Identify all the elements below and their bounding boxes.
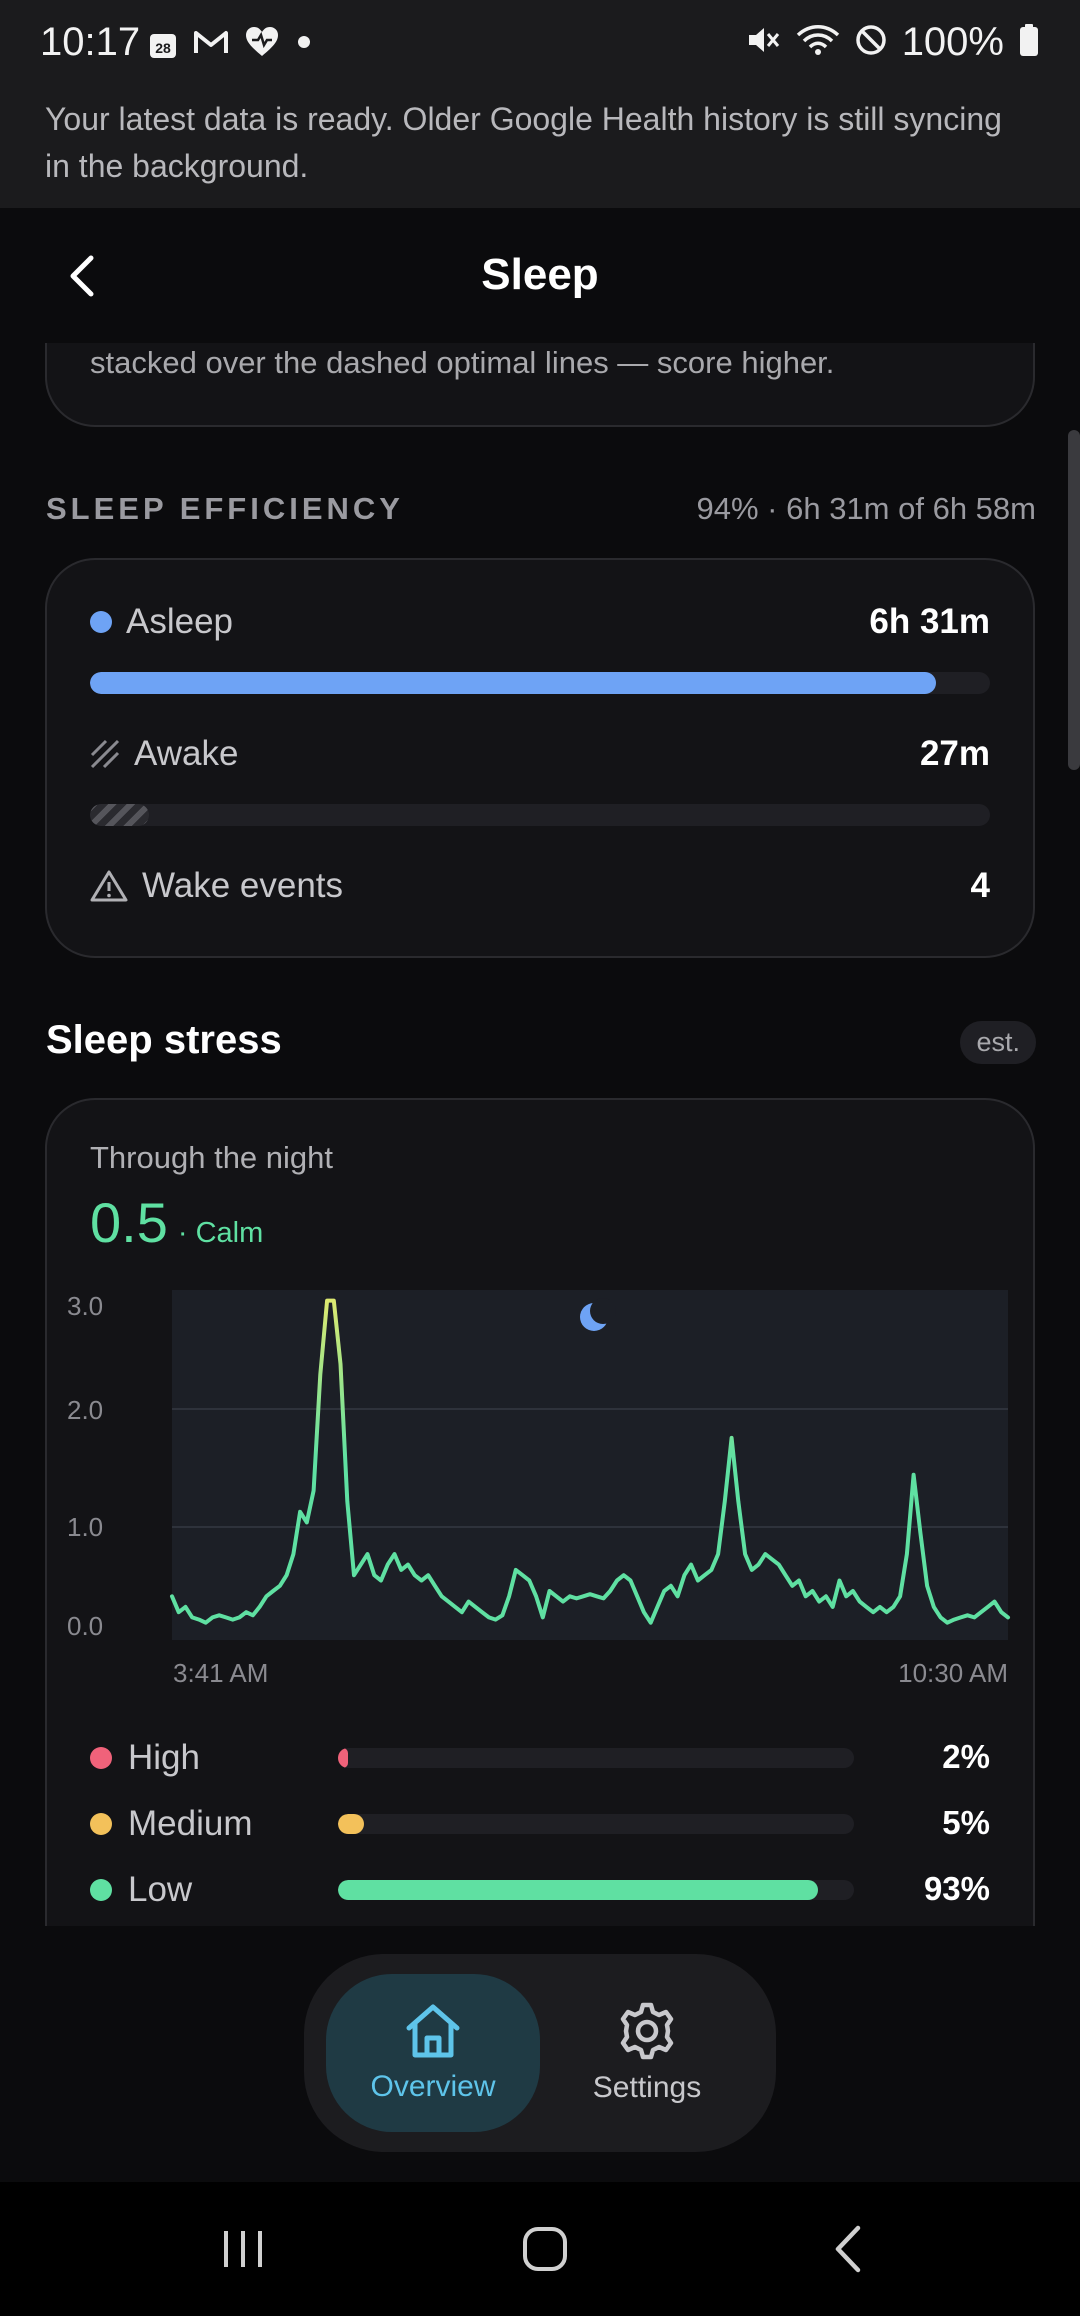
calendar-icon: 28 — [148, 30, 178, 60]
asleep-row: Asleep 6h 31m — [90, 602, 990, 642]
battery-icon — [1018, 23, 1040, 62]
app-bar: Sleep — [0, 208, 1080, 343]
stress-card: Through the night 0.5 · Calm 3.0 2.0 1.0… — [45, 1098, 1035, 1926]
mute-icon — [746, 23, 782, 62]
system-nav-bar — [0, 2182, 1080, 2316]
recents-icon — [224, 2231, 262, 2267]
estimate-badge: est. — [960, 1021, 1036, 1064]
dnd-icon — [854, 23, 888, 62]
asleep-label: Asleep — [126, 602, 234, 641]
hatch-icon — [90, 739, 120, 769]
stress-score-value: 0.5 — [90, 1191, 168, 1254]
level-low-value: 93% — [923, 1870, 990, 1907]
wake-events-label-wrap: Wake events — [90, 866, 343, 906]
back-nav-button[interactable] — [808, 2214, 888, 2284]
wake-events-label: Wake events — [142, 866, 344, 905]
asleep-value: 6h 31m — [869, 602, 990, 641]
stress-score-label: · Calm — [177, 1217, 264, 1249]
x-tick-end: 10:30 AM — [898, 1658, 1008, 1688]
status-notification-icons: 28 — [148, 26, 314, 63]
level-high-bar-fill — [338, 1748, 349, 1768]
asleep-bar — [90, 672, 990, 694]
status-bar: 10:17 28 100% — [0, 0, 1080, 74]
awake-bar-fill — [90, 804, 149, 826]
warning-triangle-icon — [90, 870, 128, 902]
stress-header: Sleep stress est. — [46, 1018, 1036, 1078]
efficiency-summary: 94% · 6h 31m of 6h 58m — [696, 491, 1036, 526]
sync-banner: Your latest data is ready. Older Google … — [0, 74, 1080, 208]
level-medium-value: 5% — [942, 1804, 990, 1841]
wifi-icon — [796, 23, 840, 62]
sync-banner-text: Your latest data is ready. Older Google … — [45, 101, 1002, 184]
asleep-bar-fill — [90, 672, 936, 694]
awake-label-wrap: Awake — [90, 734, 238, 774]
bottom-nav: Overview Settings — [304, 1954, 776, 2152]
scrollbar-thumb[interactable] — [1068, 430, 1080, 770]
level-medium-bar-fill — [338, 1814, 364, 1834]
level-row-medium: Medium 5% — [90, 1804, 990, 1848]
level-medium-label-wrap: Medium — [90, 1804, 252, 1844]
nav-overview-label: Overview — [370, 2070, 496, 2103]
previous-card-text: stacked over the dashed optimal lines — … — [90, 345, 835, 380]
bottom-nav-area: Overview Settings — [0, 1926, 1080, 2182]
level-low-label-wrap: Low — [90, 1870, 192, 1910]
y-tick-2: 2.0 — [67, 1395, 103, 1425]
x-tick-start: 3:41 AM — [173, 1658, 268, 1688]
chart-plot-area — [172, 1290, 1008, 1640]
page-title: Sleep — [481, 250, 599, 299]
status-system-icons: 100% — [746, 20, 1040, 65]
level-low-bar-fill — [338, 1880, 818, 1900]
stress-title: Sleep stress — [46, 1018, 282, 1062]
home-button[interactable] — [505, 2214, 585, 2284]
efficiency-header: SLEEP EFFICIENCY 94% · 6h 31m of 6h 58m — [46, 491, 1036, 527]
level-high-value: 2% — [942, 1738, 990, 1775]
recents-button[interactable] — [203, 2214, 283, 2284]
level-low-bar — [338, 1880, 854, 1900]
awake-value: 27m — [919, 734, 990, 773]
nav-settings[interactable]: Settings — [540, 1974, 754, 2132]
level-high-dot-icon — [90, 1747, 112, 1769]
level-row-high: High 2% — [90, 1738, 990, 1782]
home-icon — [406, 2004, 460, 2058]
gear-icon — [620, 2002, 674, 2060]
notification-dot-icon — [294, 32, 314, 57]
y-tick-1: 1.0 — [67, 1512, 103, 1542]
level-high-bar — [338, 1748, 854, 1768]
wake-events-value: 4 — [970, 866, 990, 905]
asleep-label-wrap: Asleep — [90, 602, 233, 642]
level-row-low: Low 93% — [90, 1870, 990, 1914]
awake-row: Awake 27m — [90, 734, 990, 774]
status-time: 10:17 — [40, 20, 141, 64]
stress-score: 0.5 · Calm — [90, 1190, 263, 1255]
level-medium-label: Medium — [128, 1804, 253, 1843]
level-medium-bar — [338, 1814, 854, 1834]
home-button-icon — [523, 2227, 567, 2271]
level-medium-dot-icon — [90, 1813, 112, 1835]
awake-label: Awake — [134, 734, 239, 773]
awake-bar — [90, 804, 990, 826]
nav-overview[interactable]: Overview — [326, 1974, 540, 2132]
battery-percent: 100% — [901, 20, 1004, 64]
health-heart-icon — [244, 26, 280, 63]
level-low-dot-icon — [90, 1879, 112, 1901]
asleep-dot-icon — [90, 611, 112, 633]
nav-settings-label: Settings — [592, 2071, 702, 2104]
back-icon — [835, 2225, 861, 2273]
efficiency-card: Asleep 6h 31m Awake 27m Wake events 4 — [45, 558, 1035, 958]
level-low-label: Low — [128, 1870, 193, 1909]
scroll-content[interactable]: stacked over the dashed optimal lines — … — [0, 343, 1080, 1926]
wake-events-row: Wake events 4 — [90, 866, 990, 906]
stress-chart: 3.0 2.0 1.0 0.0 3:41 AM 10:30 AM — [67, 1290, 1010, 1688]
gmail-icon — [192, 27, 230, 62]
level-high-label-wrap: High — [90, 1738, 200, 1778]
calendar-day-text: 28 — [155, 39, 171, 56]
stress-subtitle: Through the night — [90, 1140, 334, 1175]
previous-info-card: stacked over the dashed optimal lines — … — [45, 343, 1035, 427]
y-tick-3: 3.0 — [67, 1291, 103, 1321]
level-high-label: High — [128, 1738, 200, 1777]
y-tick-0: 0.0 — [67, 1611, 103, 1641]
